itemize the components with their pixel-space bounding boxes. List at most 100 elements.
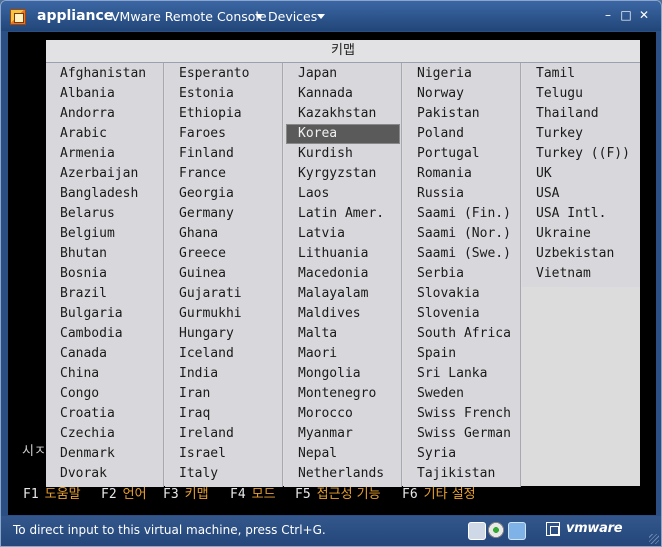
- keymap-option[interactable]: China: [49, 365, 161, 383]
- keymap-option[interactable]: Tamil: [525, 65, 637, 83]
- keymap-option[interactable]: Russia: [406, 185, 518, 203]
- keymap-option[interactable]: Saami (Fin.): [406, 205, 518, 223]
- keymap-option[interactable]: Netherlands: [287, 465, 399, 483]
- keymap-option[interactable]: Italy: [168, 465, 280, 483]
- keymap-option[interactable]: Morocco: [287, 405, 399, 423]
- keymap-option[interactable]: Azerbaijan: [49, 165, 161, 183]
- keymap-option[interactable]: Turkey: [525, 125, 637, 143]
- keymap-option[interactable]: Guinea: [168, 265, 280, 283]
- keymap-option[interactable]: Korea: [286, 124, 400, 144]
- keymap-option[interactable]: Bhutan: [49, 245, 161, 263]
- keymap-option[interactable]: Faroes: [168, 125, 280, 143]
- keymap-option[interactable]: Arabic: [49, 125, 161, 143]
- keymap-option[interactable]: Serbia: [406, 265, 518, 283]
- chevron-down-icon[interactable]: [255, 14, 263, 19]
- keymap-option[interactable]: Swiss French: [406, 405, 518, 423]
- keymap-option[interactable]: South Africa: [406, 325, 518, 343]
- keymap-option[interactable]: Latvia: [287, 225, 399, 243]
- keymap-option[interactable]: Macedonia: [287, 265, 399, 283]
- keymap-option[interactable]: UK: [525, 165, 637, 183]
- keymap-option[interactable]: Belgium: [49, 225, 161, 243]
- keymap-option[interactable]: Kyrgyzstan: [287, 165, 399, 183]
- function-key-f5[interactable]: F5 접근성 기능: [295, 483, 381, 502]
- close-button[interactable]: ✕: [638, 9, 650, 21]
- keymap-option[interactable]: Kannada: [287, 85, 399, 103]
- keymap-option[interactable]: Greece: [168, 245, 280, 263]
- keymap-option[interactable]: Iran: [168, 385, 280, 403]
- keymap-option[interactable]: Myanmar: [287, 425, 399, 443]
- keymap-option[interactable]: Gujarati: [168, 285, 280, 303]
- keymap-option[interactable]: Cambodia: [49, 325, 161, 343]
- keymap-option[interactable]: France: [168, 165, 280, 183]
- keymap-option[interactable]: Brazil: [49, 285, 161, 303]
- keymap-option[interactable]: Denmark: [49, 445, 161, 463]
- keymap-option[interactable]: Czechia: [49, 425, 161, 443]
- keymap-option[interactable]: USA Intl.: [525, 205, 637, 223]
- keymap-option[interactable]: Sweden: [406, 385, 518, 403]
- keymap-option[interactable]: Portugal: [406, 145, 518, 163]
- keymap-option[interactable]: Saami (Nor.): [406, 225, 518, 243]
- keymap-option[interactable]: Mongolia: [287, 365, 399, 383]
- keymap-option[interactable]: Kurdish: [287, 145, 399, 163]
- keymap-option[interactable]: Malta: [287, 325, 399, 343]
- keymap-option[interactable]: Uzbekistan: [525, 245, 637, 263]
- keymap-option[interactable]: Telugu: [525, 85, 637, 103]
- keymap-option[interactable]: Bangladesh: [49, 185, 161, 203]
- keymap-option[interactable]: Saami (Swe.): [406, 245, 518, 263]
- keymap-option[interactable]: Japan: [287, 65, 399, 83]
- network-icon[interactable]: [508, 522, 526, 540]
- keymap-option[interactable]: Kazakhstan: [287, 105, 399, 123]
- keymap-option[interactable]: Romania: [406, 165, 518, 183]
- keymap-option[interactable]: Swiss German: [406, 425, 518, 443]
- keymap-option[interactable]: Sri Lanka: [406, 365, 518, 383]
- keymap-option[interactable]: Canada: [49, 345, 161, 363]
- hard-disk-icon[interactable]: [468, 522, 486, 540]
- console-menu[interactable]: VMware Remote Console: [111, 9, 267, 24]
- keymap-option[interactable]: Vietnam: [525, 265, 637, 283]
- keymap-option[interactable]: Maori: [287, 345, 399, 363]
- keymap-option[interactable]: Latin Amer.: [287, 205, 399, 223]
- keymap-option[interactable]: Syria: [406, 445, 518, 463]
- keymap-option[interactable]: Montenegro: [287, 385, 399, 403]
- devices-menu[interactable]: Devices: [268, 9, 317, 24]
- cd-rom-icon[interactable]: [488, 522, 504, 538]
- vm-console[interactable]: 키맵 Afghanistan Albania Andorra Arabic Armeni…: [8, 32, 656, 515]
- resize-grip-icon[interactable]: [649, 534, 659, 544]
- maximize-button[interactable]: □: [620, 9, 632, 21]
- function-key-f3[interactable]: F3 키맵: [163, 483, 209, 502]
- keymap-option[interactable]: Nepal: [287, 445, 399, 463]
- keymap-option[interactable]: India: [168, 365, 280, 383]
- keymap-option[interactable]: Spain: [406, 345, 518, 363]
- keymap-option[interactable]: Iraq: [168, 405, 280, 423]
- function-key-f2[interactable]: F2 언어: [101, 483, 147, 502]
- keymap-option[interactable]: Pakistan: [406, 105, 518, 123]
- keymap-option[interactable]: Belarus: [49, 205, 161, 223]
- keymap-option[interactable]: Iceland: [168, 345, 280, 363]
- keymap-option[interactable]: Finland: [168, 145, 280, 163]
- keymap-option[interactable]: Lithuania: [287, 245, 399, 263]
- keymap-option[interactable]: Congo: [49, 385, 161, 403]
- keymap-option[interactable]: Maldives: [287, 305, 399, 323]
- keymap-option[interactable]: Norway: [406, 85, 518, 103]
- keymap-option[interactable]: Ireland: [168, 425, 280, 443]
- keymap-option[interactable]: Slovenia: [406, 305, 518, 323]
- keymap-option[interactable]: Dvorak: [49, 465, 161, 483]
- keymap-option[interactable]: Afghanistan: [49, 65, 161, 83]
- keymap-option[interactable]: Turkey ((F)): [525, 145, 637, 163]
- keymap-option[interactable]: Gurmukhi: [168, 305, 280, 323]
- chevron-down-icon[interactable]: [317, 14, 325, 19]
- keymap-option[interactable]: Laos: [287, 185, 399, 203]
- title-bar[interactable]: appliance VMware Remote Console Devices …: [1, 1, 661, 31]
- keymap-option[interactable]: Malayalam: [287, 285, 399, 303]
- keymap-option[interactable]: Ghana: [168, 225, 280, 243]
- keymap-option[interactable]: Poland: [406, 125, 518, 143]
- keymap-option[interactable]: Hungary: [168, 325, 280, 343]
- keymap-option[interactable]: Ukraine: [525, 225, 637, 243]
- keymap-option[interactable]: Albania: [49, 85, 161, 103]
- function-key-f4[interactable]: F4 모드: [230, 483, 276, 502]
- keymap-option[interactable]: Germany: [168, 205, 280, 223]
- keymap-option[interactable]: Thailand: [525, 105, 637, 123]
- keymap-option[interactable]: Tajikistan: [406, 465, 518, 483]
- keymap-option[interactable]: Slovakia: [406, 285, 518, 303]
- keymap-option[interactable]: Bosnia: [49, 265, 161, 283]
